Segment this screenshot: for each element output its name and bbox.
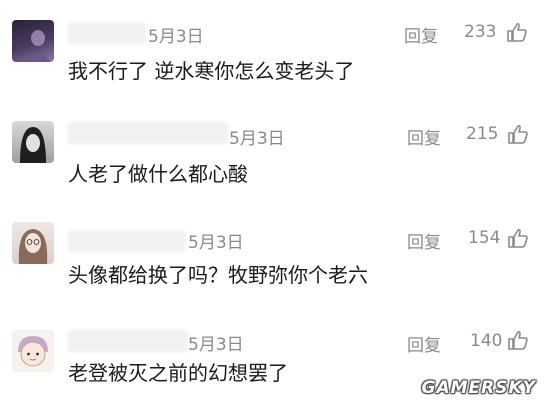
comment-date: 5月3日 [188, 233, 244, 253]
avatar[interactable] [12, 330, 54, 372]
thumbs-up-icon[interactable] [507, 123, 529, 145]
reply-button[interactable]: 回复 [407, 124, 441, 149]
like-count: 140 [470, 331, 503, 351]
like-count: 215 [466, 124, 499, 144]
avatar[interactable] [12, 222, 54, 264]
username-blurred [68, 22, 146, 44]
avatar-image-icon [18, 229, 48, 264]
reply-button[interactable]: 回复 [407, 228, 441, 253]
username-blurred [68, 122, 228, 144]
comment-text: 头像都给换了吗？牧野弥你个老六 [68, 263, 368, 287]
like-count: 233 [464, 22, 497, 42]
username-blurred [68, 230, 186, 252]
comment-item: 5月3日 回复 215 人老了做什么都心酸 [0, 100, 550, 200]
watermark-logo: GAMERSKY [421, 378, 536, 398]
thumbs-up-icon[interactable] [507, 227, 529, 249]
comment-text: 人老了做什么都心酸 [68, 162, 248, 186]
thumbs-up-icon[interactable] [506, 21, 528, 43]
comment-item: 5月3日 回复 233 我不行了 逆水寒你怎么变老头了 [0, 0, 550, 100]
avatar-image-icon [18, 336, 48, 367]
avatar-image-icon [26, 30, 50, 62]
avatar[interactable] [12, 20, 54, 62]
comment-text: 我不行了 逆水寒你怎么变老头了 [68, 59, 355, 83]
comment-text: 老登被灭之前的幻想罢了 [68, 361, 288, 385]
like-count: 154 [468, 228, 501, 248]
avatar-image-icon [20, 127, 46, 163]
comment-item: 5月3日 回复 154 头像都给换了吗？牧野弥你个老六 [0, 200, 550, 300]
username-blurred [68, 330, 188, 352]
comment-date: 5月3日 [229, 129, 285, 149]
comment-date: 5月3日 [148, 27, 204, 47]
comment-date: 5月3日 [188, 335, 244, 355]
thumbs-up-icon[interactable] [507, 329, 529, 351]
avatar[interactable] [12, 121, 54, 163]
reply-button[interactable]: 回复 [404, 22, 438, 47]
reply-button[interactable]: 回复 [407, 331, 441, 356]
